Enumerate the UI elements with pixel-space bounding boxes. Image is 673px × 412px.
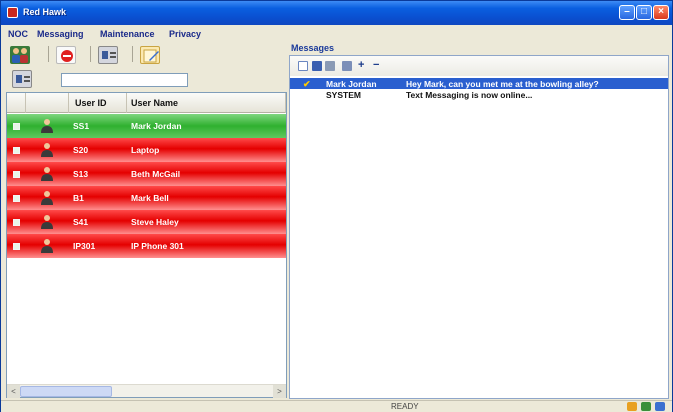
- row-checkbox[interactable]: [13, 171, 20, 178]
- header-icon[interactable]: [26, 93, 69, 113]
- table-row[interactable]: SS1 Mark Jordan: [7, 114, 286, 138]
- minimize-button[interactable]: –: [619, 5, 635, 20]
- users-panel: User ID User Name SS1 Mark Jordan S20 Lapto…: [6, 43, 287, 399]
- header-user-name[interactable]: User Name: [127, 93, 286, 113]
- user-name-cell: Mark Jordan: [131, 121, 182, 131]
- copy-icon[interactable]: [342, 61, 352, 71]
- table-row[interactable]: B1 Mark Bell: [7, 186, 286, 210]
- add-icon[interactable]: +: [358, 59, 364, 71]
- user-icon: [41, 167, 53, 181]
- user-icon: [41, 143, 53, 157]
- user-icon: [41, 215, 53, 229]
- close-button[interactable]: ×: [653, 5, 669, 20]
- filter-toolbar: [6, 69, 287, 91]
- tray-network-icon[interactable]: [641, 402, 651, 411]
- filter-input[interactable]: [61, 73, 188, 87]
- messages-box: + − ✔ Mark Jordan Hey Mark, can you met …: [289, 55, 669, 399]
- header-check[interactable]: [7, 93, 26, 113]
- row-checkbox[interactable]: [13, 195, 20, 202]
- messages-panel: Messages + − ✔ Mark Jordan Hey Mark, can…: [289, 43, 669, 399]
- messages-title: Messages: [291, 43, 335, 53]
- menu-privacy[interactable]: Privacy: [169, 29, 201, 39]
- tray-alert-icon[interactable]: [627, 402, 637, 411]
- table-row[interactable]: S13 Beth McGail: [7, 162, 286, 186]
- header-user-id[interactable]: User ID: [69, 93, 127, 113]
- save-icon[interactable]: [312, 61, 322, 71]
- horizontal-scrollbar[interactable]: < >: [7, 384, 286, 398]
- user-id-cell: S20: [73, 145, 89, 155]
- menu-maintenance[interactable]: Maintenance: [100, 29, 155, 39]
- remove-icon[interactable]: −: [373, 59, 379, 71]
- row-checkbox[interactable]: [13, 123, 20, 130]
- message-row[interactable]: SYSTEM Text Messaging is now online...: [290, 89, 668, 100]
- status-bar: READY: [1, 400, 672, 412]
- scroll-thumb[interactable]: [20, 386, 112, 397]
- user-id-cell: SS1: [73, 121, 90, 131]
- toolbar-separator: [48, 46, 49, 62]
- user-id-cell: IP301: [73, 241, 96, 251]
- user-icon: [41, 191, 53, 205]
- grid-header: User ID User Name: [7, 93, 286, 113]
- contact-card-icon[interactable]: [98, 46, 118, 64]
- maximize-button[interactable]: □: [636, 5, 652, 20]
- users-toolbar: [6, 43, 287, 67]
- table-row[interactable]: S41 Steve Haley: [7, 210, 286, 234]
- user-id-cell: S41: [73, 217, 89, 227]
- table-row[interactable]: S20 Laptop: [7, 138, 286, 162]
- user-id-cell: S13: [73, 169, 89, 179]
- row-checkbox[interactable]: [13, 243, 20, 250]
- menu-messaging[interactable]: Messaging: [37, 29, 84, 39]
- app-window: Red Hawk – □ × NOC Messaging Maintenance…: [0, 0, 673, 412]
- menu-noc[interactable]: NOC: [8, 29, 28, 39]
- row-checkbox[interactable]: [13, 219, 20, 226]
- user-name-cell: IP Phone 301: [131, 241, 184, 251]
- user-icon: [41, 239, 53, 253]
- user-name-cell: Laptop: [131, 145, 160, 155]
- scroll-left-button[interactable]: <: [7, 385, 20, 398]
- user-name-cell: Mark Bell: [131, 193, 169, 203]
- user-icon: [41, 119, 53, 133]
- messages-toolbar: + −: [290, 56, 668, 76]
- message-sender: SYSTEM: [326, 90, 361, 100]
- status-text: READY: [391, 402, 419, 411]
- message-sender: Mark Jordan: [326, 79, 377, 89]
- message-row[interactable]: ✔ Mark Jordan Hey Mark, can you met me a…: [290, 78, 668, 89]
- toolbar-separator: [90, 46, 91, 62]
- window-title: Red Hawk: [23, 7, 67, 17]
- no-entry-icon[interactable]: [56, 46, 76, 64]
- message-text: Text Messaging is now online...: [406, 90, 533, 100]
- print-icon[interactable]: [325, 61, 335, 71]
- app-icon: [7, 7, 18, 18]
- scroll-right-button[interactable]: >: [273, 385, 286, 398]
- menu-bar: NOC Messaging Maintenance Privacy: [1, 25, 672, 42]
- row-checkbox[interactable]: [13, 147, 20, 154]
- message-text: Hey Mark, can you met me at the bowling …: [406, 79, 599, 89]
- user-id-cell: B1: [73, 193, 84, 203]
- edit-note-icon[interactable]: [140, 46, 160, 64]
- table-row[interactable]: IP301 IP Phone 301: [7, 234, 286, 258]
- users-grid: User ID User Name SS1 Mark Jordan S20 Lapto…: [6, 92, 287, 398]
- new-icon[interactable]: [298, 61, 308, 71]
- user-name-cell: Steve Haley: [131, 217, 179, 227]
- contact-card-icon[interactable]: [12, 70, 32, 88]
- toolbar-separator: [132, 46, 133, 62]
- user-name-cell: Beth McGail: [131, 169, 181, 179]
- title-bar: Red Hawk – □ ×: [1, 1, 672, 25]
- users-icon[interactable]: [10, 46, 30, 64]
- tray-info-icon[interactable]: [655, 402, 665, 411]
